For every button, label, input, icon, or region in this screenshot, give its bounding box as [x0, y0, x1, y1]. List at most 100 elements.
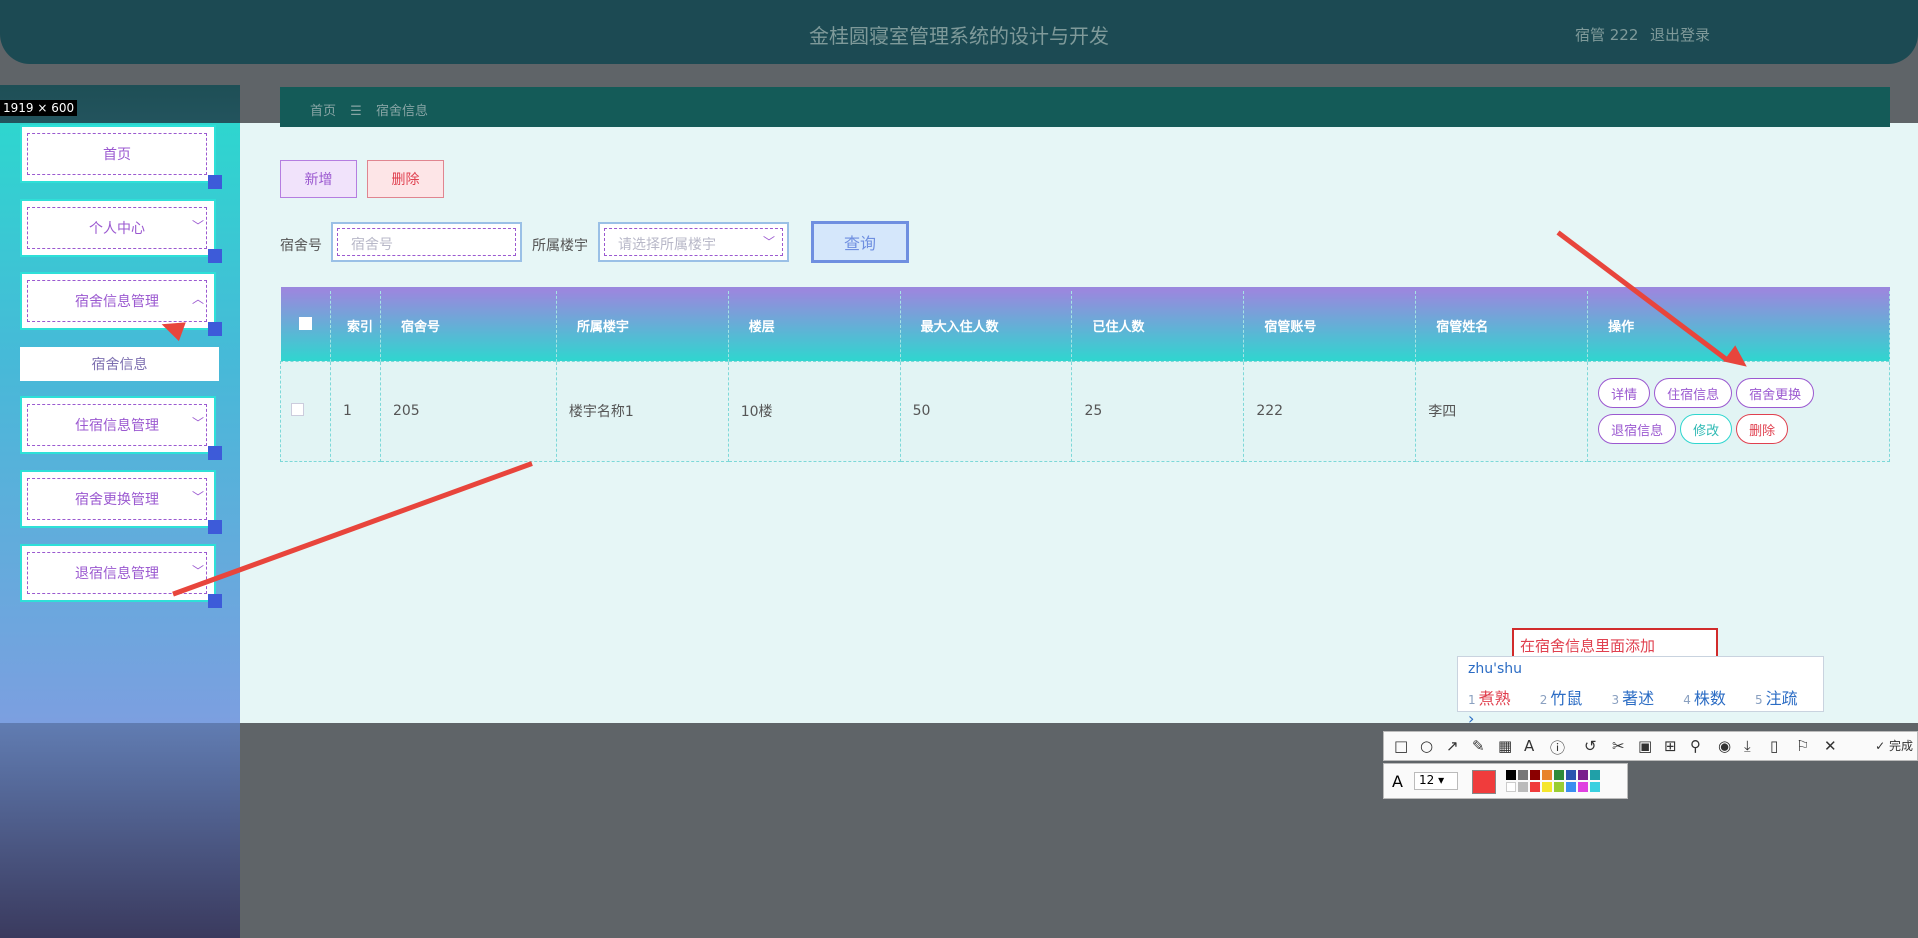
- info-icon[interactable]: ⓘ: [1550, 737, 1565, 758]
- font-icon: A: [1392, 772, 1403, 791]
- delete-button[interactable]: 删除: [367, 160, 444, 198]
- col-name: 宿管姓名: [1415, 287, 1589, 361]
- mosaic-tool-icon[interactable]: ▦: [1498, 737, 1512, 755]
- checkbox-icon[interactable]: [298, 317, 312, 331]
- breadcrumb-current: 宿舍信息: [375, 104, 428, 119]
- col-building: 所属楼宇: [556, 287, 729, 361]
- sidebar-item-label: 宿舍更换管理: [27, 478, 207, 520]
- col-current: 已住人数: [1071, 287, 1245, 361]
- checkbox-icon[interactable]: [291, 402, 304, 416]
- room-search-input[interactable]: 宿舍号: [331, 222, 522, 262]
- chevron-up-icon: ︿: [191, 292, 204, 306]
- color-swatch[interactable]: [1554, 782, 1564, 792]
- translate-icon[interactable]: ⊞: [1664, 737, 1677, 755]
- row-checkbox-cell[interactable]: [280, 360, 331, 462]
- chevron-down-icon: ﹀: [191, 219, 204, 233]
- ime-candidate[interactable]: 5 注疏: [1755, 689, 1810, 708]
- breadcrumb-home[interactable]: 首页: [310, 104, 336, 119]
- ocr-icon[interactable]: ▣: [1638, 737, 1652, 755]
- building-label: 所属楼宇: [532, 238, 588, 254]
- font-size-select[interactable]: 12 ▾: [1414, 772, 1458, 790]
- color-swatch[interactable]: [1530, 770, 1540, 780]
- color-swatch[interactable]: [1554, 770, 1564, 780]
- bookmark-icon[interactable]: ⚐: [1796, 737, 1809, 755]
- save-icon[interactable]: ▯: [1770, 737, 1778, 755]
- building-select[interactable]: 请选择所属楼宇 ﹀: [598, 222, 789, 262]
- done-button[interactable]: ✓ 完成: [1875, 737, 1913, 754]
- checkout-info-button[interactable]: 退宿信息: [1598, 414, 1677, 444]
- record-icon[interactable]: ◉: [1718, 737, 1731, 755]
- sidebar-item-label: 首页: [27, 133, 207, 175]
- color-swatch[interactable]: [1518, 770, 1528, 780]
- ime-composition: zhu'shu: [1468, 661, 1522, 677]
- sidebar-item-checkout[interactable]: 退宿信息管理 ﹀: [20, 544, 222, 608]
- color-swatch[interactable]: [1566, 782, 1576, 792]
- col-room: 宿舍号: [380, 287, 557, 361]
- current-user: 宿管 222: [1575, 26, 1639, 44]
- col-account: 宿管账号: [1243, 287, 1417, 361]
- stay-info-button[interactable]: 住宿信息: [1654, 378, 1733, 408]
- table-row: 1 205 楼宇名称1 10楼 50 25 222 李四 详情 住宿信息 宿舍更换 …: [280, 360, 1890, 462]
- color-swatch[interactable]: [1506, 782, 1516, 792]
- chevron-right-icon[interactable]: ›: [1468, 709, 1474, 728]
- sidebar-item-home[interactable]: 首页: [20, 125, 222, 189]
- row-delete-button[interactable]: 删除: [1736, 414, 1789, 444]
- query-button[interactable]: 查询: [811, 221, 909, 263]
- pen-tool-icon[interactable]: ✎: [1472, 737, 1485, 755]
- close-icon[interactable]: ✕: [1824, 737, 1837, 755]
- arrow-tool-icon[interactable]: ↗: [1446, 737, 1459, 755]
- color-swatch[interactable]: [1506, 770, 1516, 780]
- sidebar-subitem-dorm-info[interactable]: 宿舍信息: [20, 347, 219, 381]
- cell-building: 楼宇名称1: [555, 360, 729, 462]
- cell-name: 李四: [1415, 360, 1589, 462]
- logout-link[interactable]: 退出登录: [1650, 24, 1710, 45]
- screenshot-toolbar: □ ○ ↗ ✎ ▦ A ⓘ ↺ ✂ ▣ ⊞ ⚲ ◉ ⤓ ▯ ⚐ ✕ ✓ 完成: [1383, 731, 1918, 761]
- dorm-change-button[interactable]: 宿舍更换: [1736, 378, 1815, 408]
- ime-candidate-window: zhu'shu 1 煮熟 2 竹鼠 3 著述 4 株数 5 注疏 ›: [1457, 656, 1824, 728]
- add-button[interactable]: 新增: [280, 160, 357, 198]
- rectangle-tool-icon[interactable]: □: [1394, 737, 1408, 755]
- color-swatch[interactable]: [1578, 770, 1588, 780]
- ime-candidate[interactable]: 1 煮熟: [1468, 689, 1523, 708]
- selection-size-tag: 1919 × 600: [0, 100, 78, 116]
- sidebar-item-profile[interactable]: 个人中心 ﹀: [20, 199, 222, 263]
- breadcrumb: 首页 ☰ 宿舍信息: [280, 87, 1890, 127]
- edit-button[interactable]: 修改: [1680, 414, 1733, 444]
- undo-icon[interactable]: ↺: [1584, 737, 1597, 755]
- text-tool-icon[interactable]: A: [1524, 737, 1534, 755]
- detail-button[interactable]: 详情: [1598, 378, 1651, 408]
- ime-candidate[interactable]: 2 竹鼠: [1540, 689, 1595, 708]
- ellipse-tool-icon[interactable]: ○: [1420, 737, 1433, 755]
- cell-account: 222: [1243, 360, 1417, 462]
- ime-candidate-list: 1 煮熟 2 竹鼠 3 著述 4 株数 5 注疏 ›: [1468, 685, 1823, 728]
- select-all-checkbox-cell[interactable]: [280, 287, 331, 361]
- ime-candidate[interactable]: 3 著述: [1612, 689, 1667, 708]
- main-content: [240, 85, 1918, 938]
- cell-ops: 详情 住宿信息 宿舍更换 退宿信息 修改 删除: [1587, 360, 1890, 462]
- ime-candidate[interactable]: 4 株数: [1683, 689, 1738, 708]
- color-swatch[interactable]: [1578, 782, 1588, 792]
- col-max: 最大入住人数: [900, 287, 1073, 361]
- app-header: 金桂圆寝室管理系统的设计与开发 宿管 222 退出登录: [0, 0, 1918, 64]
- dorm-table: 索引 宿舍号 所属楼宇 楼层 最大入住人数 已住人数 宿管账号 宿管姓名 操作 …: [280, 287, 1890, 462]
- sidebar-item-label: 住宿信息管理: [27, 404, 207, 446]
- download-icon[interactable]: ⤓: [1744, 737, 1751, 755]
- sidebar-item-dorm-change[interactable]: 宿舍更换管理 ﹀: [20, 470, 222, 534]
- pin-icon[interactable]: ⚲: [1690, 737, 1701, 755]
- chevron-down-icon: ﹀: [762, 235, 775, 249]
- col-floor: 楼层: [728, 287, 901, 361]
- color-swatch[interactable]: [1542, 770, 1552, 780]
- current-color-swatch[interactable]: [1472, 770, 1496, 794]
- color-swatch[interactable]: [1518, 782, 1528, 792]
- scissors-icon[interactable]: ✂: [1612, 737, 1625, 755]
- color-swatch[interactable]: [1530, 782, 1540, 792]
- color-swatch[interactable]: [1542, 782, 1552, 792]
- chevron-down-icon: ﹀: [191, 416, 204, 430]
- sidebar-item-dorm-info[interactable]: 宿舍信息管理 ︿: [20, 272, 222, 336]
- color-swatch[interactable]: [1590, 770, 1600, 780]
- sidebar-item-stay-info[interactable]: 住宿信息管理 ﹀: [20, 396, 222, 460]
- text-style-toolbar: A 12 ▾: [1383, 763, 1628, 799]
- color-swatch[interactable]: [1566, 770, 1576, 780]
- color-swatch[interactable]: [1590, 782, 1600, 792]
- chevron-down-icon: ﹀: [191, 490, 204, 504]
